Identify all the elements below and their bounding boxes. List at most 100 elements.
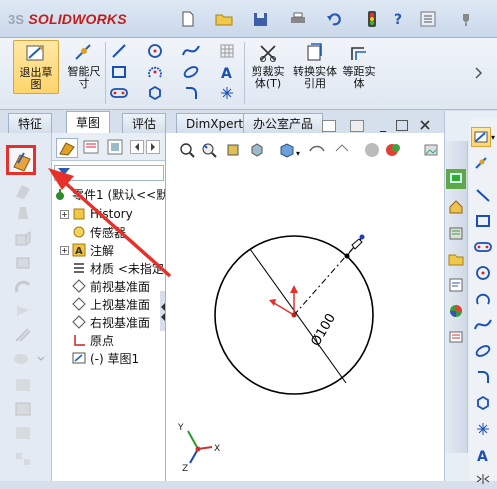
tree-item[interactable]: + A 注解 [60,241,114,259]
file-explorer-tab-icon[interactable] [446,249,466,269]
mirror-icon[interactable] [14,425,32,441]
tile-view-icon[interactable] [350,120,364,132]
feature-tree-tab-icon[interactable] [56,138,78,158]
slot-vertical-icon[interactable] [473,237,493,257]
design-library-tab-icon[interactable] [446,223,466,243]
circle-icon[interactable] [146,42,164,60]
ribbon-scroll-icon[interactable] [474,66,484,80]
arc-vertical-icon[interactable] [473,289,493,309]
tab-office-products[interactable]: 办公室产品 [243,113,324,133]
exit-sketch-button[interactable]: 退出草图 [13,40,59,94]
undo-icon[interactable] [324,8,344,30]
drag-handle-point[interactable] [359,234,365,240]
tree-scroll-right-icon[interactable] [146,140,160,154]
new-file-icon[interactable] [178,8,198,30]
graphics-area[interactable]: ▾ Ø100 Y X Z [48,133,444,481]
tree-item-label: 传感器 [90,225,127,240]
help-icon[interactable]: ? [388,8,408,30]
draft-icon[interactable] [14,401,32,417]
slot-icon[interactable] [110,84,128,102]
appearance-tab-icon[interactable] [446,301,466,321]
circle-vertical-icon[interactable] [473,263,493,283]
offset-entities-button[interactable]: 等距实体 [338,40,380,94]
tree-item[interactable]: 材质 <未指定> [60,259,165,277]
point-vertical-icon[interactable] [473,419,493,439]
search-tab-icon[interactable] [446,275,466,295]
diameter-dimension[interactable]: Ø100 [308,311,339,349]
tree-item[interactable]: 传感器 [60,223,126,241]
tab-evaluate[interactable]: 评估 [122,113,167,133]
smart-dim-vertical-icon[interactable] [471,153,491,173]
maximize-icon[interactable] [396,120,408,131]
shell-icon[interactable] [14,377,32,393]
configuration-tab-icon[interactable] [106,138,126,158]
close-icon[interactable] [418,118,432,132]
sweep-icon[interactable] [14,279,32,295]
tree-item[interactable]: 原点 [60,331,114,349]
sketch-tool-dropdown-icon[interactable]: ▾ [491,133,495,142]
tree-scroll-left-icon[interactable] [130,140,144,154]
arc-icon[interactable] [146,63,164,81]
spline-vertical-icon[interactable] [473,315,493,335]
tree-root-part[interactable]: 零件1 (默认<<默 [54,185,165,203]
line-vertical-icon[interactable] [473,185,493,205]
revolve-icon[interactable] [14,255,32,271]
tree-item[interactable]: (-) 草图1 [60,349,139,367]
print-icon[interactable] [288,8,308,30]
polygon-vertical-icon[interactable] [473,393,493,413]
line-icon[interactable] [110,42,128,60]
pin-icon[interactable] [456,8,476,30]
tree-item[interactable]: + History [60,205,133,223]
options-icon[interactable] [418,8,438,30]
title-bar: 3S SOLIDWORKS ? [0,0,497,38]
save-icon[interactable] [250,8,270,30]
open-folder-icon[interactable] [214,8,234,30]
tab-features[interactable]: 特征 [8,113,53,133]
ds-logo: 3S [8,11,25,27]
pattern-icon[interactable] [14,451,32,467]
fillet-vertical-icon[interactable] [473,367,493,387]
home-tab-icon[interactable] [446,197,466,217]
tree-item[interactable]: 上视基准面 [60,295,150,313]
tab-dimxpert[interactable]: DimXpert [176,113,254,133]
feature-icon[interactable] [14,183,32,199]
rib-icon[interactable] [14,327,32,343]
point-icon[interactable] [218,84,236,102]
chamfer-icon[interactable] [14,205,32,221]
sketch-tool-icon[interactable] [471,127,491,147]
expand-toggle-icon[interactable]: + [60,209,69,219]
trim-entities-button[interactable]: 剪裁实体(T) [246,40,290,94]
mirror-vertical-icon[interactable] [473,469,493,489]
rebuild-icon[interactable] [362,8,382,30]
ellipse-vertical-icon[interactable] [473,341,493,361]
loft-icon[interactable] [14,303,32,319]
feature-manager-icon-highlighted[interactable] [6,145,36,175]
restore-view-icon[interactable] [322,120,336,132]
extrude-icon[interactable] [14,231,32,247]
tree-item[interactable]: 前视基准面 [60,277,150,295]
tree-item[interactable]: 右视基准面 [60,313,150,331]
sketch-canvas[interactable]: Ø100 Y X Z [166,133,444,481]
fillet-icon[interactable] [182,84,200,102]
rectangle-vertical-icon[interactable] [473,211,493,231]
hole-icon[interactable] [12,351,45,367]
polygon-icon[interactable] [146,84,164,102]
filter-icon [58,168,70,179]
ellipse-icon[interactable] [182,63,200,81]
tree-item-label: 上视基准面 [90,297,151,312]
expand-toggle-icon[interactable]: + [60,245,69,255]
custom-properties-tab-icon[interactable] [446,327,466,347]
minimize-icon[interactable]: _ [376,119,390,133]
command-tabs: 特征 草图 评估 DimXpert 办公室产品 [0,111,330,133]
text-vertical-icon[interactable]: A [473,445,493,465]
tab-sketch[interactable]: 草图 [66,111,111,133]
text-icon[interactable]: A [218,63,236,81]
convert-entities-button[interactable]: 转换实体引用 [290,40,340,94]
property-manager-tab-icon[interactable] [82,138,102,158]
resources-tab-icon[interactable] [446,169,466,189]
tree-filter-field[interactable] [54,165,164,181]
smart-dimension-button[interactable]: 智能尺寸 [61,40,107,94]
grid-icon[interactable] [218,42,236,60]
rectangle-icon[interactable] [110,63,128,81]
spline-icon[interactable] [182,42,200,60]
